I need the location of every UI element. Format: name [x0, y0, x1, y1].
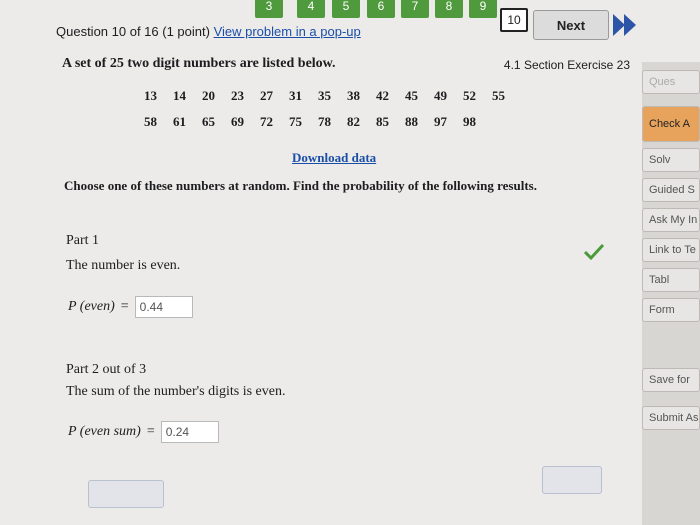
number-item: 72	[260, 114, 273, 129]
number-item: 38	[347, 88, 360, 103]
download-data-link[interactable]: Download data	[292, 150, 376, 166]
part-1-title: Part 1	[66, 233, 100, 248]
answer-submit-button[interactable]	[88, 480, 164, 508]
number-item: 85	[376, 114, 389, 129]
check-answer-button[interactable]: Check A	[642, 106, 700, 142]
number-item: 42	[376, 88, 389, 103]
part-2-title: Part 2 out of 3	[66, 362, 147, 377]
number-item: 35	[318, 88, 331, 103]
number-item: 69	[231, 114, 244, 129]
number-item: 23	[231, 88, 244, 103]
tables-button[interactable]: Tabl	[642, 268, 700, 292]
question-counter: Question 10 of 16 (1 point)	[56, 24, 210, 39]
number-item: 31	[289, 88, 302, 103]
number-item: 49	[434, 88, 447, 103]
number-item: 52	[463, 88, 476, 103]
answer-label: P (even)	[68, 299, 115, 314]
answer-input-even-sum[interactable]: 0.24	[160, 421, 219, 443]
number-item: 75	[289, 114, 302, 129]
number-list-row-1: 13 14 20 23 27 31 35 38 42 45 49 52 55	[144, 88, 521, 104]
number-item: 20	[202, 88, 215, 103]
answer-input-even[interactable]: 0.44	[134, 296, 193, 318]
part-2-answer: P (even sum) = 0.24	[68, 421, 219, 443]
next-part-button[interactable]	[542, 466, 602, 494]
equals-sign: =	[146, 424, 155, 439]
save-for-later-button[interactable]: Save for	[642, 368, 700, 392]
number-item: 88	[405, 114, 418, 129]
submit-assignment-button[interactable]: Submit Ass	[642, 406, 700, 430]
answer-label: P (even sum)	[68, 424, 141, 439]
number-item: 58	[144, 114, 157, 129]
number-item: 78	[318, 114, 331, 129]
question-header: Question 10 of 16 (1 point) View problem…	[56, 24, 361, 39]
help-sidebar: Ques Check A Solv Guided S Ask My In Lin…	[642, 62, 700, 525]
number-item: 27	[260, 88, 273, 103]
part-2-text: The sum of the number's digits is even.	[66, 384, 286, 399]
popup-link[interactable]: View problem in a pop-up	[214, 24, 361, 39]
problem-intro: A set of 25 two digit numbers are listed…	[62, 56, 336, 71]
number-item: 97	[434, 114, 447, 129]
part-1-answer: P (even) = 0.44	[68, 296, 193, 318]
number-item: 55	[492, 88, 505, 103]
equals-sign: =	[120, 299, 129, 314]
number-item: 82	[347, 114, 360, 129]
number-list-row-2: 58 61 65 69 72 75 78 82 85 88 97 98	[144, 114, 492, 130]
correct-check-icon	[583, 243, 605, 261]
solve-button[interactable]: Solv	[642, 148, 700, 172]
number-item: 65	[202, 114, 215, 129]
link-to-text-button[interactable]: Link to Te	[642, 238, 700, 262]
part-1-text: The number is even.	[66, 258, 181, 273]
number-item: 45	[405, 88, 418, 103]
instruction-text: Choose one of these numbers at random. F…	[64, 178, 537, 193]
number-item: 98	[463, 114, 476, 129]
number-item: 13	[144, 88, 157, 103]
formulas-button[interactable]: Form	[642, 298, 700, 322]
question-panel: Question 10 of 16 (1 point) View problem…	[40, 0, 640, 525]
number-item: 61	[173, 114, 186, 129]
section-label: 4.1 Section Exercise 23	[503, 58, 630, 72]
ask-my-instructor-button[interactable]: Ask My In	[642, 208, 700, 232]
guided-solution-button[interactable]: Guided S	[642, 178, 700, 202]
sidebar-question-help[interactable]: Ques	[642, 70, 700, 94]
number-item: 14	[173, 88, 186, 103]
